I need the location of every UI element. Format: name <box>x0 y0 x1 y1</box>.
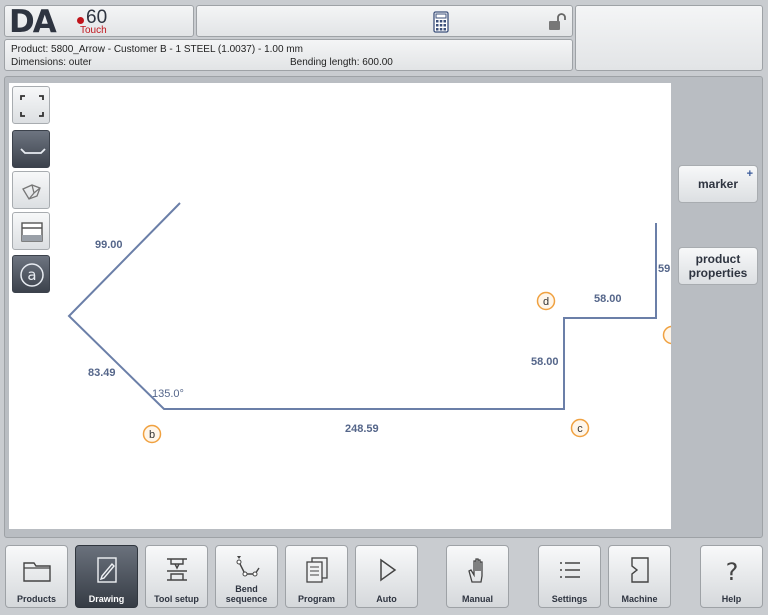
unlocked-icon[interactable] <box>547 12 567 32</box>
3d-view-icon <box>22 184 41 200</box>
svg-text:b: b <box>149 429 155 441</box>
nav-manual[interactable]: Manual <box>446 545 509 608</box>
view-3d-tool[interactable] <box>12 171 50 209</box>
machine-icon <box>631 557 649 583</box>
svg-text:?: ? <box>726 558 739 586</box>
calculator-icon[interactable] <box>433 11 449 33</box>
nav-settings[interactable]: Settings <box>538 545 601 608</box>
play-icon <box>380 558 397 582</box>
bend-profile-icon <box>20 148 46 154</box>
marker-b[interactable]: b <box>142 424 162 444</box>
nav-bend-sequence-label: Bend sequence <box>225 584 268 604</box>
angle-label[interactable]: 135.0° <box>152 388 184 400</box>
drawing-pencil-icon <box>97 557 117 583</box>
nav-products-label: Products <box>16 594 56 604</box>
nav-auto[interactable]: Auto <box>355 545 418 608</box>
nav-tool-setup[interactable]: Tool setup <box>145 545 208 608</box>
dimensions-label: Dimensions: outer <box>11 57 92 68</box>
tool-setup-icon <box>167 558 187 581</box>
settings-list-icon <box>560 562 580 578</box>
dim-59[interactable]: 59 <box>658 263 670 275</box>
annotation-tool[interactable]: a <box>12 255 50 293</box>
nav-tool-setup-label: Tool setup <box>154 594 199 604</box>
svg-text:d: d <box>543 296 549 308</box>
hand-icon <box>468 558 483 583</box>
drawing-canvas[interactable]: 99.00 83.49 248.59 58.00 58.00 59 135.0°… <box>9 83 671 529</box>
dim-99[interactable]: 99.00 <box>95 239 123 251</box>
marker-d[interactable]: d <box>536 291 556 311</box>
dim-58-horizontal[interactable]: 58.00 <box>594 293 622 305</box>
nav-products[interactable]: Products <box>5 545 68 608</box>
profile-drawing: 99.00 83.49 248.59 58.00 58.00 59 135.0°… <box>67 202 672 444</box>
logo: DA 60 Touch <box>4 4 194 40</box>
at-sign-icon: a <box>20 263 44 287</box>
nav-help[interactable]: ? Help <box>700 545 763 608</box>
marker-button-label: marker <box>697 177 739 191</box>
marker-button[interactable]: marker + <box>678 165 758 203</box>
marker-e-partial[interactable] <box>662 325 672 345</box>
nav-auto-label: Auto <box>376 594 397 604</box>
nav-machine-label: Machine <box>621 594 658 604</box>
bottom-navigation: Products Drawing Tool setup Bend sequence <box>0 540 768 615</box>
product-properties-button[interactable]: product properties <box>678 247 758 285</box>
layer-tool[interactable] <box>12 212 50 250</box>
product-properties-label: product properties <box>688 252 748 280</box>
marker-c[interactable]: c <box>570 418 590 438</box>
nav-machine[interactable]: Machine <box>608 545 671 608</box>
bend-tool[interactable] <box>12 130 50 168</box>
nav-program[interactable]: Program <box>285 545 348 608</box>
profile-line[interactable] <box>67 202 657 410</box>
status-bar <box>196 5 573 37</box>
product-line: Product: 5800_Arrow - Customer B - 1 STE… <box>11 44 303 55</box>
logo-da: DA <box>9 4 57 40</box>
nav-manual-label: Manual <box>461 594 493 604</box>
dim-83[interactable]: 83.49 <box>88 367 116 379</box>
dim-248[interactable]: 248.59 <box>345 423 379 435</box>
nav-settings-label: Settings <box>551 594 588 604</box>
dim-58-vertical[interactable]: 58.00 <box>531 356 559 368</box>
bend-sequence-icon <box>236 556 260 577</box>
nav-help-label: Help <box>721 594 742 604</box>
top-right-panel <box>575 5 763 71</box>
program-pages-icon <box>306 557 328 583</box>
logo-dot <box>77 17 84 24</box>
nav-drawing[interactable]: Drawing <box>75 545 138 608</box>
svg-text:c: c <box>577 423 583 435</box>
zoom-fit-icon <box>20 95 44 117</box>
nav-bend-sequence[interactable]: Bend sequence <box>215 545 278 608</box>
zoom-fit-tool[interactable] <box>12 86 50 124</box>
logo-touch: Touch <box>80 25 107 36</box>
product-info: Product: 5800_Arrow - Customer B - 1 STE… <box>4 39 573 71</box>
plus-icon: + <box>746 168 753 180</box>
layer-icon <box>21 222 43 242</box>
nav-program-label: Program <box>297 594 335 604</box>
help-question-icon: ? <box>726 558 739 586</box>
folder-icon <box>23 562 51 582</box>
bending-length-label: Bending length: 600.00 <box>290 57 393 68</box>
nav-drawing-label: Drawing <box>88 594 125 604</box>
svg-text:a: a <box>27 266 36 284</box>
